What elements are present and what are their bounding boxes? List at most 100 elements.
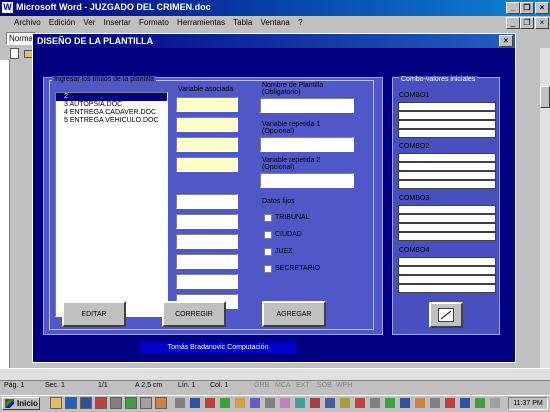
horizontal-scrollbar[interactable] — [0, 368, 550, 380]
app-icon-2[interactable] — [110, 397, 122, 409]
tray-icon-22[interactable] — [490, 398, 500, 408]
combo2-box-2[interactable] — [398, 162, 496, 171]
tray-icon-7[interactable] — [265, 398, 275, 408]
ciudad-checkbox[interactable] — [264, 231, 272, 239]
tray-icon-20[interactable] — [460, 398, 470, 408]
app-icon-3[interactable] — [125, 397, 137, 409]
menu-help[interactable]: ? — [298, 18, 302, 27]
tray-icon-1[interactable] — [175, 398, 185, 408]
minimize-button[interactable]: _ — [506, 2, 520, 14]
variable-field-1[interactable] — [176, 97, 238, 112]
doc-close-button[interactable]: × — [535, 17, 549, 29]
list-item[interactable]: 5 ENTREGA VEHICULO.DOC — [56, 117, 167, 125]
combo1-box-1[interactable] — [398, 102, 496, 111]
tray-icon-9[interactable] — [295, 398, 305, 408]
doc-minimize-button[interactable]: _ — [506, 17, 520, 29]
tray-icon-11[interactable] — [325, 398, 335, 408]
menu-ver[interactable]: Ver — [83, 18, 95, 27]
var1-input[interactable] — [260, 137, 354, 152]
combo3-box-1[interactable] — [398, 205, 496, 214]
titles-listbox[interactable]: 2 3 AUTOPSIA.DOC 4 ENTREGA CADAVER.DOC 5… — [55, 92, 168, 317]
tray-icon-18[interactable] — [430, 398, 440, 408]
tray-icon-12[interactable] — [340, 398, 350, 408]
variable-field-7[interactable] — [176, 234, 238, 249]
new-document-icon[interactable] — [10, 48, 19, 59]
combo4-box-1[interactable] — [398, 257, 496, 266]
variable-field-8[interactable] — [176, 254, 238, 269]
var2-input[interactable] — [260, 173, 354, 188]
tray-icon-2[interactable] — [190, 398, 200, 408]
dialog-close-button[interactable]: × — [499, 35, 513, 47]
variable-field-2[interactable] — [176, 117, 238, 132]
secretario-checkbox[interactable] — [264, 265, 272, 273]
combo3-box-4[interactable] — [398, 232, 496, 241]
tribunal-checkbox[interactable] — [264, 214, 272, 222]
menu-archivo[interactable]: Archivo — [14, 18, 41, 27]
menu-tabla[interactable]: Tabla — [233, 18, 252, 27]
ie-icon[interactable] — [65, 397, 77, 409]
status-line: Lín. 1 — [178, 382, 196, 389]
combo-action-button[interactable] — [429, 302, 463, 328]
list-item[interactable]: 4 ENTREGA CADAVER.DOC — [56, 109, 167, 117]
tray-icon-16[interactable] — [400, 398, 410, 408]
app-icon-1[interactable] — [95, 397, 107, 409]
list-item[interactable]: 2 — [56, 93, 167, 101]
menu-insertar[interactable]: Insertar — [104, 18, 131, 27]
tray-icon-14[interactable] — [370, 398, 380, 408]
tray-icon-15[interactable] — [385, 398, 395, 408]
tray-icon-17[interactable] — [415, 398, 425, 408]
tray-icon-21[interactable] — [475, 398, 485, 408]
menu-formato[interactable]: Formato — [139, 18, 169, 27]
tray-icon-5[interactable] — [235, 398, 245, 408]
combo1-box-3[interactable] — [398, 120, 496, 129]
variable-field-5[interactable] — [176, 194, 238, 209]
app-icon-4[interactable] — [140, 397, 152, 409]
tray-icon-10[interactable] — [310, 398, 320, 408]
close-button[interactable]: × — [535, 2, 549, 14]
tray-icon-8[interactable] — [280, 398, 290, 408]
combo2-box-1[interactable] — [398, 153, 496, 162]
variable-field-3[interactable] — [176, 137, 238, 152]
juez-label: JUEZ — [275, 248, 293, 255]
main-panel: Ingresar los títulos de la plantilla 2 3… — [43, 76, 383, 335]
explorer-icon[interactable] — [50, 397, 62, 409]
combo2-box-4[interactable] — [398, 180, 496, 189]
combo3-label: COMBO3 — [399, 195, 430, 202]
start-button[interactable]: Inicio — [2, 397, 40, 410]
template-name-input[interactable] — [260, 98, 354, 113]
combo2-box-3[interactable] — [398, 171, 496, 180]
status-mode-mca: MCA — [275, 382, 291, 389]
list-item[interactable]: 3 AUTOPSIA.DOC — [56, 101, 167, 109]
tray-icon-4[interactable] — [220, 398, 230, 408]
app-icon-5[interactable] — [155, 397, 167, 409]
combo1-box-2[interactable] — [398, 111, 496, 120]
start-label: Inicio — [17, 399, 38, 408]
combo3-box-2[interactable] — [398, 214, 496, 223]
combo1-box-4[interactable] — [398, 129, 496, 138]
tray-icon-3[interactable] — [205, 398, 215, 408]
menu-ventana[interactable]: Ventana — [261, 18, 290, 27]
edit-button[interactable]: EDITAR — [62, 301, 126, 327]
pencil-icon — [438, 308, 454, 322]
tray-icon-6[interactable] — [250, 398, 260, 408]
status-mode-ext: EXT — [296, 382, 310, 389]
doc-restore-button[interactable]: ❐ — [520, 17, 534, 29]
correct-button[interactable]: CORREGIR — [162, 301, 226, 327]
variable-field-4[interactable] — [176, 157, 238, 172]
juez-checkbox[interactable] — [264, 248, 272, 256]
menu-edicion[interactable]: Edición — [49, 18, 75, 27]
scroll-thumb[interactable] — [540, 86, 550, 108]
combo3-box-3[interactable] — [398, 223, 496, 232]
combo4-box-4[interactable] — [398, 284, 496, 293]
vertical-scrollbar[interactable] — [540, 48, 550, 373]
tray-icon-19[interactable] — [445, 398, 455, 408]
combo4-box-3[interactable] — [398, 275, 496, 284]
combo4-box-2[interactable] — [398, 266, 496, 275]
tray-icon-13[interactable] — [355, 398, 365, 408]
maximize-button[interactable]: ❐ — [520, 2, 534, 14]
menu-herramientas[interactable]: Herramientas — [177, 18, 225, 27]
add-button[interactable]: AGREGAR — [262, 301, 326, 327]
variable-field-9[interactable] — [176, 274, 238, 289]
word-icon[interactable] — [80, 397, 92, 409]
variable-field-6[interactable] — [176, 214, 238, 229]
